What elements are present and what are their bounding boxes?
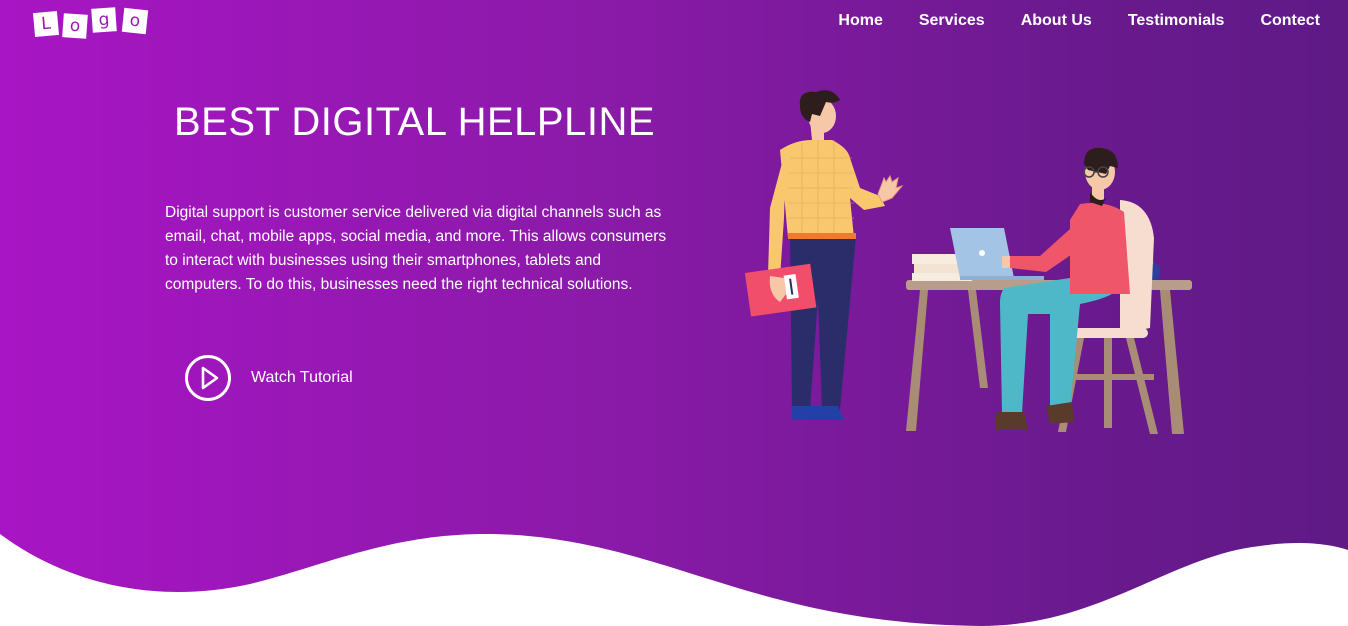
logo-letter: o [62,13,88,39]
nav-link-home[interactable]: Home [838,12,882,30]
office-illustration [744,90,1192,434]
logo-letter: g [91,7,117,33]
logo-letter: o [121,7,149,35]
nav-link-about-us[interactable]: About Us [1021,12,1092,30]
hero-description: Digital support is customer service deli… [165,204,667,293]
logo-letter: L [32,10,60,38]
nav-link-contact[interactable]: Contect [1260,12,1320,30]
main-nav: Home Services About Us Testimonials Cont… [802,12,1320,30]
nav-link-testimonials[interactable]: Testimonials [1128,12,1225,30]
logo[interactable]: L o g o [32,6,153,39]
nav-link-services[interactable]: Services [919,12,985,30]
watch-tutorial-label: Watch Tutorial [251,369,353,386]
standing-person-illustration [744,90,904,420]
bottom-wave-decoration [0,534,1348,626]
hero-title: BEST DIGITAL HELPLINE [174,100,656,144]
watch-tutorial-button[interactable]: Watch Tutorial [184,354,353,402]
play-circle-icon [185,355,231,401]
